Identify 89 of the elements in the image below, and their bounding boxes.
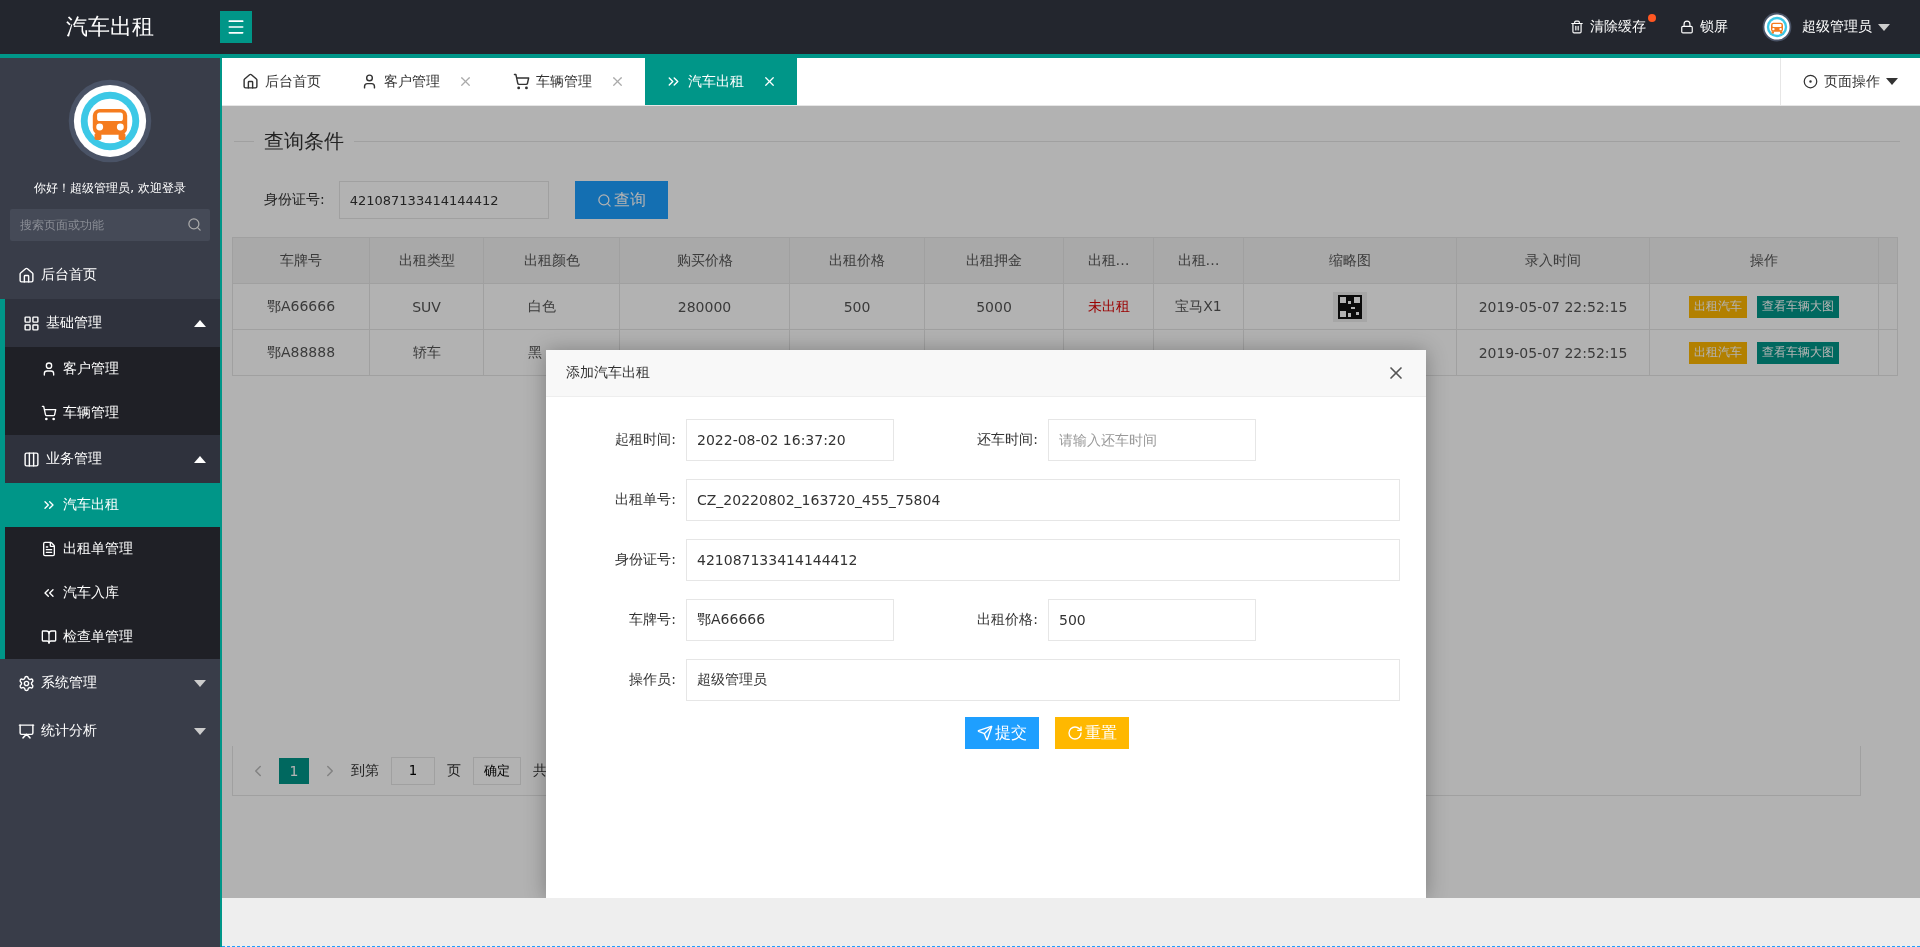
column-header: 出租押金	[924, 237, 1064, 284]
lock-screen-link[interactable]: 锁屏	[1679, 18, 1728, 36]
menu-icon	[226, 17, 246, 37]
form-field[interactable]: 请输入还车时间	[1048, 419, 1256, 461]
submenu-item[interactable]: 车辆管理	[0, 391, 220, 435]
field-label: 身份证号:	[264, 191, 325, 209]
columns-icon	[23, 450, 40, 468]
table-cell: 500	[789, 283, 925, 330]
submenu-item[interactable]: 汽车出租	[0, 483, 220, 527]
form-label: 操作员:	[628, 671, 676, 689]
goto-label: 到第	[351, 761, 379, 780]
id-number-field[interactable]: 421087133414144412	[338, 181, 549, 219]
menu-item[interactable]: 系统管理	[0, 659, 220, 707]
person-icon	[361, 73, 378, 90]
user-menu[interactable]: 超级管理员	[1761, 12, 1890, 42]
menu-toggle-button[interactable]	[220, 11, 252, 43]
form-label: 身份证号:	[614, 551, 676, 569]
refresh-icon	[1067, 725, 1083, 741]
column-header: 出租类型	[369, 237, 484, 284]
form-label: 出租单号:	[614, 491, 676, 509]
table-cell: SUV	[369, 283, 484, 330]
open-book-icon	[41, 629, 57, 645]
form-label: 出租价格:	[976, 611, 1038, 629]
form-field[interactable]: 超级管理员	[686, 659, 1400, 701]
menu-item[interactable]: 业务管理	[0, 435, 220, 483]
total-label: 共	[533, 761, 547, 780]
table-cell: 白色	[483, 283, 620, 330]
table-cell: 宝马X1	[1153, 283, 1244, 330]
table-cell: 未出租	[1063, 283, 1154, 330]
gear-icon	[18, 674, 35, 692]
confirm-button[interactable]: 确定	[473, 756, 521, 785]
clear-cache-link[interactable]: 清除缓存	[1569, 18, 1646, 36]
column-header: 出租颜色	[483, 237, 620, 284]
column-header: 购买价格	[619, 237, 790, 284]
page-unit-label: 页	[447, 761, 461, 780]
form-field[interactable]: 鄂A66666	[686, 599, 894, 641]
table-cell: 5000	[924, 283, 1064, 330]
table-cell: 2019-05-07 22:52:15	[1456, 283, 1650, 330]
person-icon	[41, 361, 57, 377]
column-header: 操作	[1649, 237, 1879, 284]
presentation-board-icon	[18, 722, 35, 740]
submenu-item[interactable]: 汽车入库	[0, 571, 220, 615]
sidebar-search-field[interactable]: 搜索页面或功能	[10, 209, 210, 241]
table-cell: 鄂A66666	[232, 283, 370, 330]
cart-icon	[41, 405, 57, 421]
menu-item[interactable]: 后台首页	[0, 251, 220, 299]
form-label: 还车时间:	[976, 431, 1038, 449]
table-cell: 鄂A88888	[232, 329, 370, 376]
house-icon	[18, 266, 35, 284]
grid-icon	[23, 314, 40, 332]
search-icon	[596, 192, 612, 208]
submenu-item[interactable]: 客户管理	[0, 347, 220, 391]
close-icon[interactable]	[762, 74, 777, 89]
page-tab[interactable]: 汽车出租	[645, 58, 797, 105]
page-actions-dropdown[interactable]: 页面操作	[1780, 58, 1920, 105]
form-label: 车牌号:	[628, 611, 676, 629]
submenu-item[interactable]: 出租单管理	[0, 527, 220, 571]
document-icon	[41, 541, 57, 557]
column-header: 车牌号	[232, 237, 370, 284]
search-icon[interactable]	[187, 217, 202, 232]
fieldset-legend: 查询条件	[254, 128, 354, 155]
form-field[interactable]: 500	[1048, 599, 1256, 641]
app-title: 汽车出租	[65, 13, 155, 41]
paper-plane-icon	[977, 725, 993, 741]
menu-item[interactable]: 统计分析	[0, 707, 220, 755]
page-input[interactable]: 1	[391, 756, 435, 785]
house-icon	[242, 73, 259, 90]
submenu-item[interactable]: 检查单管理	[0, 615, 220, 659]
lock-icon	[1679, 20, 1694, 34]
caret-icon	[1878, 23, 1890, 31]
table-cell: 2019-05-07 22:52:15	[1456, 329, 1650, 376]
column-header: 录入时间	[1456, 237, 1650, 284]
form-field[interactable]: 2022-08-02 16:37:20	[686, 419, 894, 461]
caret-icon	[1886, 78, 1898, 85]
user-avatar	[1761, 12, 1792, 42]
column-header: 出租价格	[789, 237, 925, 284]
menu-item[interactable]: 基础管理	[0, 299, 220, 347]
table-cell: 轿车	[369, 329, 484, 376]
welcome-text: 你好！超级管理员, 欢迎登录	[33, 180, 187, 197]
radio-dot-icon	[1803, 74, 1818, 89]
form-field[interactable]: CZ_20220802_163720_455_75804	[686, 479, 1400, 521]
cart-icon	[513, 73, 530, 90]
trash-icon	[1569, 20, 1584, 34]
column-header: 出租…	[1153, 237, 1244, 284]
form-field[interactable]: 421087133414144412	[686, 539, 1400, 581]
table-cell: 280000	[619, 283, 790, 330]
form-label: 起租时间:	[614, 431, 676, 449]
column-header: 缩略图	[1243, 237, 1457, 284]
column-header: 出租…	[1063, 237, 1154, 284]
